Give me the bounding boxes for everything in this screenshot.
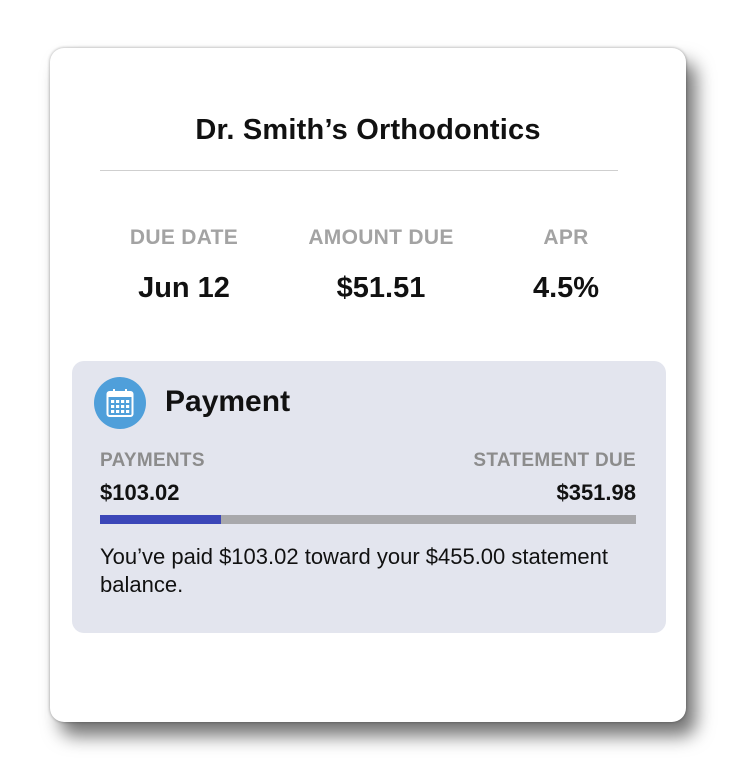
due-date-value: Jun 12 (138, 272, 230, 304)
amount-due-value: $51.51 (336, 272, 426, 304)
amount-due-label: AMOUNT DUE (308, 226, 454, 249)
due-date-stat: DUE DATE Jun 12 (110, 226, 258, 305)
amount-due-stat: AMOUNT DUE $51.51 (286, 226, 476, 305)
payment-panel: Payment PAYMENTS $103.02 STATEMENT DUE $… (72, 361, 666, 633)
title-divider (100, 170, 618, 171)
payment-progress-bar (100, 515, 636, 524)
calendar-icon (94, 377, 146, 429)
bill-card: Dr. Smith’s Orthodontics DUE DATE Jun 12… (50, 48, 686, 722)
calendar-icon-graphic (106, 389, 134, 417)
payments-label: PAYMENTS (100, 450, 205, 471)
statement-due-label: STATEMENT DUE (473, 450, 636, 471)
provider-title: Dr. Smith’s Orthodontics (195, 114, 541, 146)
apr-value: 4.5% (532, 272, 600, 304)
apr-stat: APR 4.5% (506, 226, 626, 305)
payment-progress-fill (100, 515, 222, 524)
apr-label: APR (543, 226, 589, 249)
due-date-label: DUE DATE (129, 226, 239, 249)
statement-due-value: $351.98 (556, 480, 636, 505)
payment-title: Payment (165, 385, 291, 418)
payments-value: $103.02 (100, 480, 180, 505)
payment-summary: You’ve paid $103.02 toward your $455.00 … (100, 544, 608, 597)
